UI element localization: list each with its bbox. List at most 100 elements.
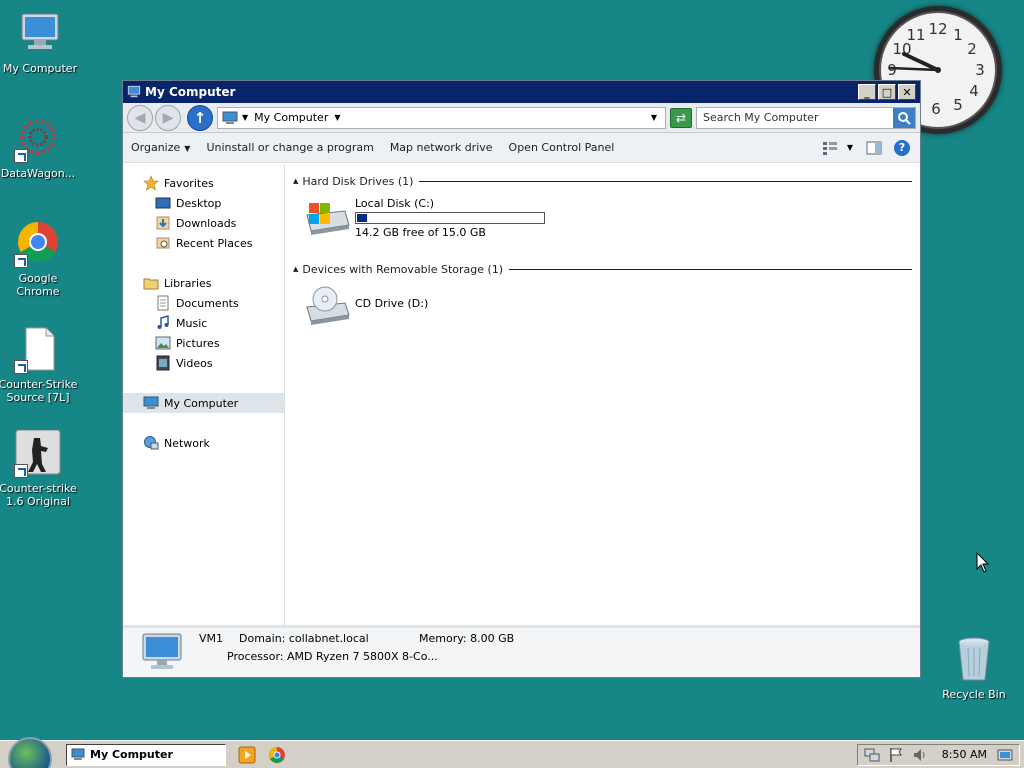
recycle-bin-icon xyxy=(950,636,998,684)
map-network-drive-button[interactable]: Map network drive xyxy=(390,141,493,154)
chevron-down-icon: ▼ xyxy=(184,144,191,153)
nav-item-pictures[interactable]: Pictures xyxy=(123,333,284,353)
window-title: My Computer xyxy=(145,85,236,99)
maximize-button[interactable]: □ xyxy=(878,84,896,100)
clock-number: 2 xyxy=(967,40,977,58)
desktop-icon-datawagon[interactable]: DataWagon... xyxy=(0,115,78,180)
nav-item-my-computer[interactable]: My Computer xyxy=(123,393,284,413)
counter-strike-icon xyxy=(14,429,62,478)
desktop-icon-label: Counter-Strike Source [7L] xyxy=(0,378,78,404)
minimize-button[interactable]: _ xyxy=(858,84,876,100)
computer-icon xyxy=(127,85,141,98)
libraries-icon xyxy=(143,278,159,290)
forward-button[interactable]: ▶ xyxy=(155,104,181,131)
drive-name: CD Drive (D:) xyxy=(355,297,429,310)
taskbar-item-label: My Computer xyxy=(90,748,173,761)
open-control-panel-button[interactable]: Open Control Panel xyxy=(509,141,615,154)
search-icon[interactable] xyxy=(893,107,915,128)
start-button[interactable] xyxy=(8,736,52,768)
nav-label: Network xyxy=(164,436,210,450)
nav-label: Downloads xyxy=(176,216,237,230)
computer-icon xyxy=(143,396,159,409)
desktop-icon-label: Recycle Bin xyxy=(942,688,1006,701)
drive-item-c[interactable]: Local Disk (C:) 14.2 GB free of 15.0 GB xyxy=(293,195,912,261)
collapse-icon[interactable]: ▲ xyxy=(293,265,298,273)
videos-icon xyxy=(156,355,170,371)
group-header-removable-storage[interactable]: ▲ Devices with Removable Storage (1) xyxy=(293,261,912,277)
system-tray: 8:50 AM xyxy=(856,743,1020,766)
desktop-icon-cs-source[interactable]: Counter-Strike Source [7L] xyxy=(0,326,78,404)
nav-label: Videos xyxy=(176,356,213,370)
organize-button[interactable]: Organize ▼ xyxy=(131,141,190,154)
address-field[interactable]: ▼ My Computer ▼ ▼ xyxy=(217,106,666,129)
taskbar-item-my-computer[interactable]: My Computer xyxy=(66,743,226,766)
desktop-icon-recycle-bin[interactable]: Recycle Bin xyxy=(934,636,1014,701)
media-player-icon[interactable] xyxy=(238,746,256,764)
chevron-down-icon[interactable]: ▼ xyxy=(844,139,856,157)
drive-item-d[interactable]: CD Drive (D:) xyxy=(293,283,912,349)
datawagon-icon xyxy=(14,115,62,163)
cd-drive-icon xyxy=(306,286,350,325)
mouse-cursor-icon xyxy=(976,552,990,573)
clock-time[interactable]: 8:50 AM xyxy=(942,748,987,761)
address-bar-row: ◀ ▶ ↑ ▼ My Computer ▼ ▼ ⇄ Search My Comp… xyxy=(123,103,920,133)
disk-usage-fill xyxy=(357,214,367,222)
show-desktop-icon[interactable] xyxy=(997,747,1013,763)
recent-places-icon xyxy=(156,237,170,249)
documents-icon xyxy=(157,295,169,311)
nav-item-desktop[interactable]: Desktop xyxy=(123,193,284,213)
chrome-icon[interactable] xyxy=(268,746,286,764)
uninstall-program-button[interactable]: Uninstall or change a program xyxy=(206,141,373,154)
refresh-button[interactable]: ⇄ xyxy=(670,107,692,128)
address-dropdown-icon[interactable]: ▼ xyxy=(651,113,657,122)
desktop-icon-label: DataWagon... xyxy=(0,167,76,180)
volume-icon[interactable] xyxy=(912,747,928,763)
taskbar: My Computer 8:50 AM xyxy=(0,736,1024,768)
chevron-down-icon[interactable]: ▼ xyxy=(334,113,340,122)
details-pane: VM1 Domain: collabnet.local Memory: 8.00… xyxy=(123,625,920,677)
collapse-icon[interactable]: ▲ xyxy=(293,177,298,185)
nav-label: Documents xyxy=(176,296,239,310)
breadcrumb[interactable]: My Computer xyxy=(254,111,328,124)
clock-number: 6 xyxy=(931,100,941,118)
nav-item-recent-places[interactable]: Recent Places xyxy=(123,233,284,253)
flag-icon[interactable] xyxy=(888,747,904,763)
nav-item-favorites[interactable]: Favorites xyxy=(123,173,284,193)
command-bar: Organize ▼ Uninstall or change a program … xyxy=(123,133,920,163)
nav-item-downloads[interactable]: Downloads xyxy=(123,213,284,233)
close-button[interactable]: ✕ xyxy=(898,84,916,100)
explorer-window[interactable]: My Computer _ □ ✕ ◀ ▶ ↑ ▼ My Computer ▼ … xyxy=(122,80,921,678)
chevron-down-icon[interactable]: ▼ xyxy=(242,113,248,122)
group-title: Hard Disk Drives (1) xyxy=(302,174,414,188)
disk-usage-bar xyxy=(355,212,545,224)
help-button[interactable]: ? xyxy=(892,139,912,157)
group-header-hard-disk-drives[interactable]: ▲ Hard Disk Drives (1) xyxy=(293,173,912,189)
search-input[interactable]: Search My Computer xyxy=(697,111,893,124)
star-icon xyxy=(143,175,159,191)
network-tray-icon[interactable] xyxy=(864,747,880,763)
title-bar[interactable]: My Computer _ □ ✕ xyxy=(123,81,920,103)
view-options-icon[interactable] xyxy=(820,139,840,157)
nav-item-libraries[interactable]: Libraries xyxy=(123,273,284,293)
nav-item-music[interactable]: Music xyxy=(123,313,284,333)
preview-pane-icon[interactable] xyxy=(864,139,884,157)
search-box[interactable]: Search My Computer xyxy=(696,106,916,129)
computer-icon xyxy=(142,633,182,669)
clock-number: 3 xyxy=(975,61,985,79)
nav-item-documents[interactable]: Documents xyxy=(123,293,284,313)
back-button[interactable]: ◀ xyxy=(127,104,153,131)
up-button[interactable]: ↑ xyxy=(187,104,213,131)
nav-item-videos[interactable]: Videos xyxy=(123,353,284,373)
desktop-icon-my-computer[interactable]: My Computer xyxy=(0,10,80,75)
nav-item-network[interactable]: Network xyxy=(123,433,284,453)
nav-label: Pictures xyxy=(176,336,220,350)
nav-label: Desktop xyxy=(176,196,222,210)
computer-name: VM1 xyxy=(199,632,224,645)
computer-processor: Processor: AMD Ryzen 7 5800X 8-Co... xyxy=(227,650,438,663)
help-icon: ? xyxy=(894,139,910,156)
desktop-icon-chrome[interactable]: Google Chrome xyxy=(0,220,78,298)
nav-label: Music xyxy=(176,316,208,330)
nav-label: Libraries xyxy=(164,276,212,290)
desktop-icon-cs-16[interactable]: Counter-strike 1.6 Original xyxy=(0,429,78,508)
desktop-icon xyxy=(155,197,171,209)
